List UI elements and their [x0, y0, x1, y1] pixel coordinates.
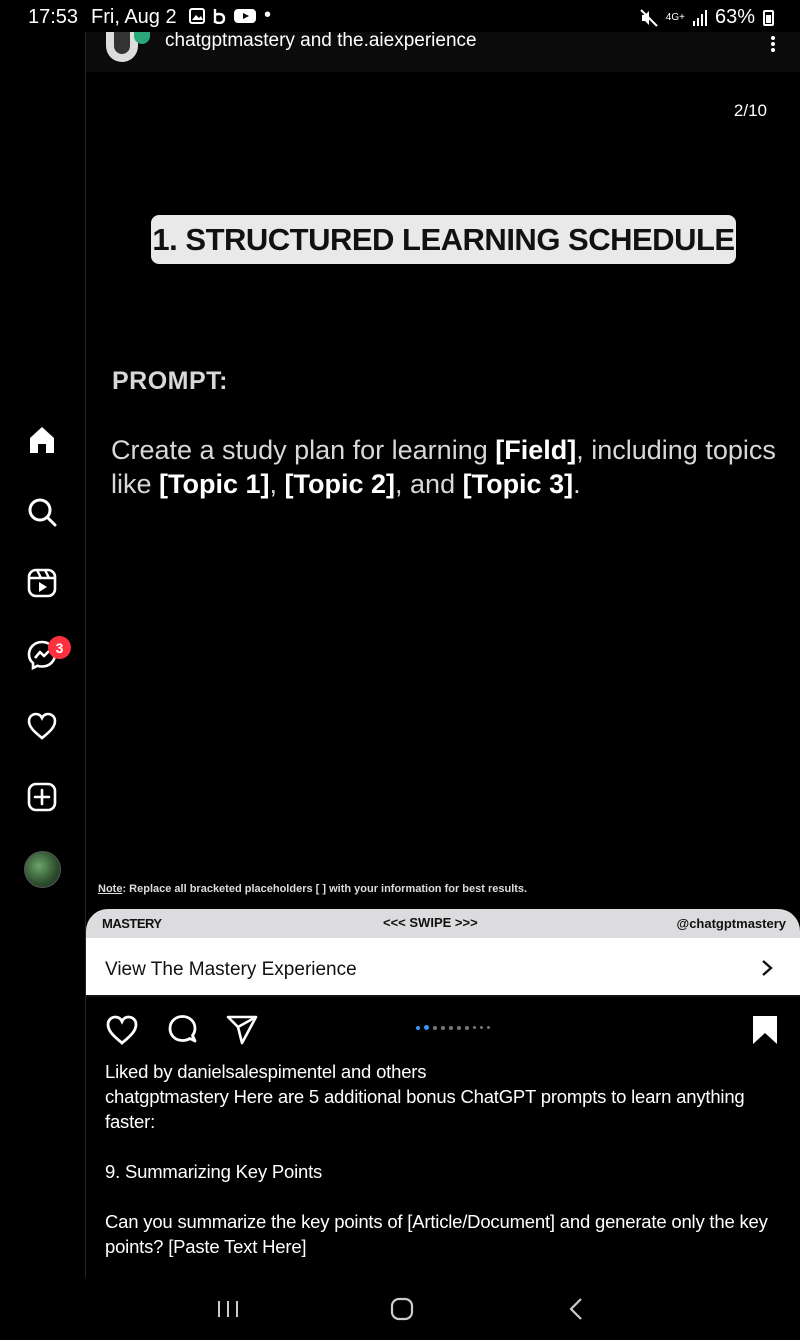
status-right: 4G+ 63% [640, 6, 774, 29]
nav-rail: 3 [0, 32, 86, 1277]
carousel-dot [457, 1025, 461, 1030]
back-icon[interactable] [564, 1297, 590, 1321]
more-options-icon[interactable] [770, 36, 776, 52]
recent-apps-icon[interactable] [215, 1297, 241, 1321]
post-caption: Liked by danielsalespimentel and others … [105, 1059, 785, 1259]
carousel-dot [416, 1025, 420, 1030]
create-icon[interactable] [22, 777, 62, 817]
cta-bar[interactable]: View The Mastery Experience [86, 938, 800, 997]
profile-avatar[interactable] [24, 851, 61, 888]
caption-line-2: 9. Summarizing Key Points [105, 1161, 323, 1182]
home-icon[interactable] [22, 420, 62, 460]
home-button-icon[interactable] [389, 1297, 415, 1321]
post-actions [86, 997, 800, 1057]
carousel-dot [487, 1026, 490, 1029]
slide-footer-band: MASTERY <<< SWIPE >>> @chatgptmastery [86, 909, 800, 938]
network-type: 4G+ [665, 11, 685, 23]
reels-icon[interactable] [22, 563, 62, 603]
youtube-icon [234, 9, 256, 23]
caption-line-3: Can you summarize the key points of [Art… [105, 1211, 768, 1257]
carousel-dots [416, 1025, 490, 1030]
signal-icon [692, 9, 707, 26]
slide-title-pill: 1. STRUCTURED LEARNING SCHEDULE [151, 215, 736, 264]
status-bar: 17:53 Fri, Aug 2 • 4G+ 63% [0, 0, 800, 32]
band-swipe: <<< SWIPE >>> [383, 915, 478, 930]
heart-icon[interactable] [22, 706, 62, 746]
carousel-dot [433, 1025, 437, 1030]
gallery-icon [189, 8, 205, 24]
carousel-dot [480, 1026, 483, 1029]
save-bookmark-icon[interactable] [748, 1013, 782, 1047]
mute-icon [640, 8, 658, 27]
cta-label: View The Mastery Experience [105, 959, 357, 980]
status-dot: • [264, 4, 272, 26]
messenger-badge: 3 [48, 636, 71, 659]
post-username[interactable]: chatgptmastery and the.aiexperience [165, 30, 477, 52]
carousel-dot [465, 1025, 469, 1030]
comment-icon[interactable] [166, 1013, 200, 1047]
post-header: chatgptmastery and the.aiexperience [86, 30, 800, 72]
band-handle: @chatgptmastery [676, 916, 786, 931]
carousel-dot [473, 1026, 476, 1029]
prompt-text: Create a study plan for learning [Field]… [111, 435, 776, 499]
slide-counter: 2/10 [733, 101, 767, 120]
status-date: Fri, Aug 2 [91, 6, 177, 28]
battery-percent: 63% [714, 6, 755, 28]
system-nav-bar [0, 1277, 800, 1340]
liked-by[interactable]: Liked by danielsalespimentel and others [105, 1059, 785, 1084]
caption-line-1: chatgptmastery Here are 5 additional bon… [105, 1086, 745, 1132]
carousel-dot [449, 1025, 453, 1030]
prompt-label: PROMPT: [112, 367, 228, 395]
carousel-dot [441, 1025, 445, 1030]
post-slide[interactable]: 2/10 1. STRUCTURED LEARNING SCHEDULE PRO… [86, 72, 800, 938]
coauthor-avatar[interactable] [134, 32, 150, 44]
battery-icon [763, 9, 774, 26]
like-heart-icon[interactable] [105, 1013, 139, 1047]
carousel-dot [424, 1025, 429, 1030]
b-icon [213, 9, 226, 24]
status-time: 17:53 [28, 6, 79, 28]
band-brand: MASTERY [102, 916, 162, 931]
search-icon[interactable] [22, 492, 62, 532]
share-icon[interactable] [225, 1013, 259, 1047]
chevron-right-icon [762, 960, 773, 976]
slide-note: Note: Replace all bracketed placeholders… [98, 883, 528, 895]
slide-title: 1. STRUCTURED LEARNING SCHEDULE [152, 221, 735, 257]
